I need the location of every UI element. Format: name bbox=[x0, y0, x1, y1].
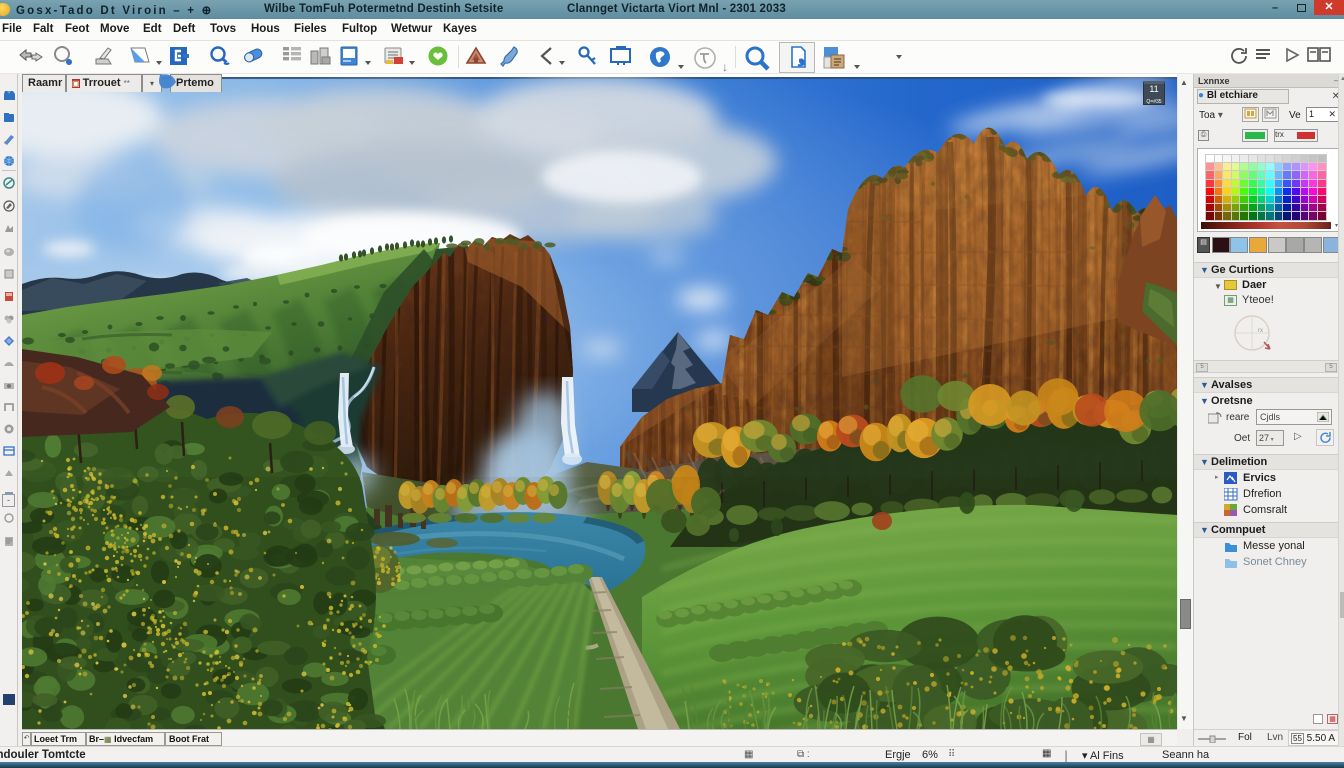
svg-text:rx: rx bbox=[1258, 328, 1263, 334]
